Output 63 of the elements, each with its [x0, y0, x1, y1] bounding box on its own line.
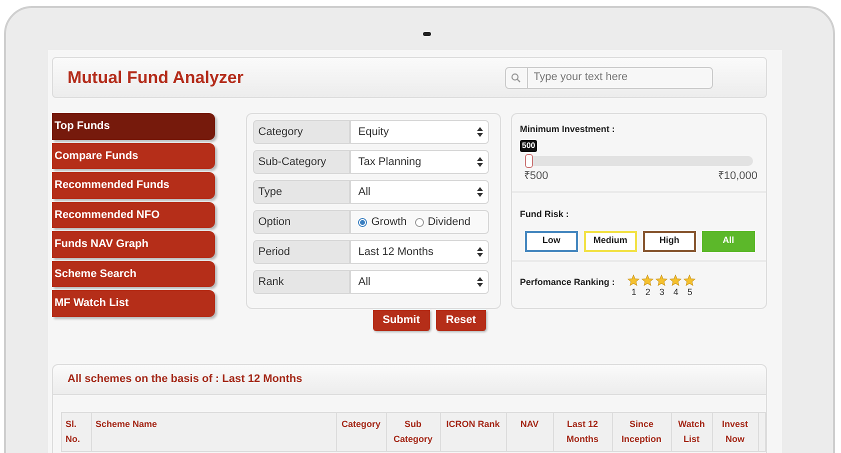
column-header: Since Inception	[612, 413, 672, 451]
sidebar-item[interactable]: Recommended Funds	[52, 172, 216, 198]
select-field[interactable]: All	[350, 180, 490, 204]
column-header: Category	[336, 413, 386, 451]
min-value-label: ₹500	[524, 169, 548, 184]
column-header: Sl. No.	[62, 413, 92, 451]
search-field[interactable]: Type your text here	[504, 66, 712, 88]
rank-number: 2	[645, 286, 650, 296]
caret-icon	[477, 127, 484, 137]
filter-label: Sub-Category	[253, 150, 350, 174]
column-header: ICRON Rank	[440, 413, 506, 451]
column-header: Sub Category	[386, 413, 440, 451]
rank-number: 3	[659, 286, 664, 296]
star-icon	[683, 274, 696, 286]
sidebar-item[interactable]: Scheme Search	[52, 260, 216, 287]
search-icon	[511, 72, 521, 82]
caret-icon	[477, 277, 484, 287]
submit-button[interactable]: Submit	[372, 310, 430, 331]
slider-thumb[interactable]	[524, 154, 533, 168]
rank-number: 5	[687, 286, 692, 296]
column-header: NAV	[506, 413, 554, 451]
filter-label: Category	[253, 120, 350, 144]
sidebar-item[interactable]: Recommended NFO	[52, 202, 216, 228]
slider-tooltip: 500	[520, 140, 538, 152]
column-header: Scheme Name	[92, 413, 336, 451]
camera-icon	[422, 32, 430, 36]
caret-icon	[477, 247, 484, 257]
radio-option[interactable]: Growth	[358, 214, 407, 230]
max-value-label: ₹10,000	[718, 169, 758, 184]
star-icon	[627, 274, 640, 286]
column-header: Invest Now	[712, 413, 758, 451]
sidebar-item[interactable]: Top Funds	[52, 113, 216, 140]
select-field[interactable]: All	[350, 270, 490, 294]
rank-number: 1	[631, 286, 636, 296]
select-field[interactable]: Equity	[350, 120, 490, 144]
star-icon	[641, 274, 654, 286]
star-icon	[669, 274, 682, 286]
search-input[interactable]: Type your text here	[528, 69, 712, 86]
column-header: Watch List	[672, 413, 712, 451]
filter-label: Type	[253, 180, 350, 204]
sidebar-item[interactable]: Funds NAV Graph	[52, 231, 216, 258]
filter-label: Option	[253, 210, 350, 234]
filter-label: Period	[253, 240, 350, 264]
min-investment-label: Minimum Investment :	[520, 124, 615, 134]
risk-button[interactable]: Medium	[584, 230, 637, 252]
radio-option[interactable]: Dividend	[414, 214, 471, 230]
select-field[interactable]: Last 12 Months	[350, 240, 490, 264]
risk-button[interactable]: High	[642, 230, 696, 252]
reset-button[interactable]: Reset	[436, 310, 486, 331]
table-title: All schemes on the basis of : Last 12 Months	[68, 372, 302, 388]
app-title: Mutual Fund Analyzer	[68, 66, 244, 89]
caret-icon	[477, 187, 484, 197]
caret-icon	[477, 157, 484, 167]
select-field[interactable]: Tax Planning	[350, 150, 490, 174]
filter-label: Rank	[253, 270, 350, 294]
sidebar-item[interactable]: Compare Funds	[52, 142, 216, 169]
column-header: Last 12 Months	[554, 413, 612, 451]
rank-number: 4	[673, 286, 678, 296]
ranking-label: Perfomance Ranking :	[520, 276, 615, 289]
fund-risk-label: Fund Risk :	[520, 208, 569, 218]
sidebar-item[interactable]: MF Watch List	[52, 290, 216, 316]
star-icon	[655, 274, 668, 286]
risk-button[interactable]: Low	[524, 230, 578, 252]
